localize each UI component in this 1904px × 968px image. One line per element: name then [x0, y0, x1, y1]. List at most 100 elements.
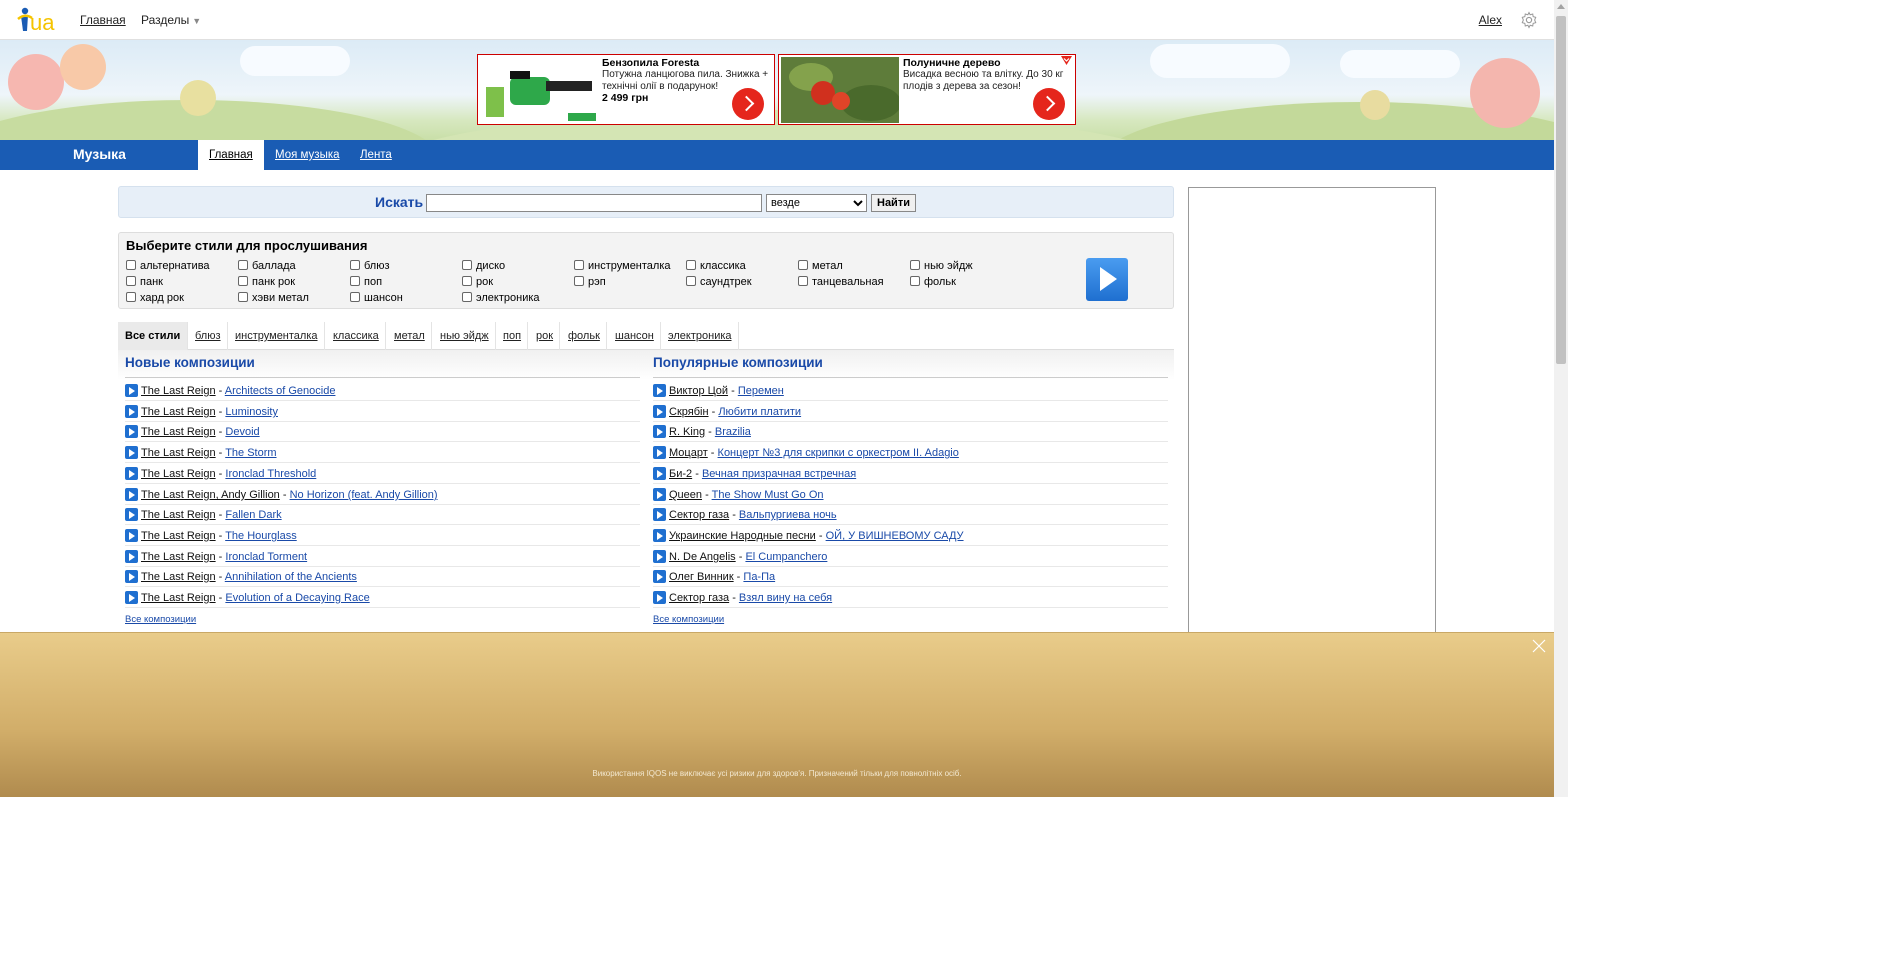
style-checkbox[interactable]: метал [798, 260, 843, 272]
checkbox-box[interactable] [686, 276, 696, 286]
style-checkbox[interactable]: поп [350, 276, 382, 288]
track-artist[interactable]: The Last Reign [141, 426, 216, 438]
style-checkbox[interactable]: рок [462, 276, 493, 288]
checkbox-box[interactable] [126, 260, 136, 270]
track-title[interactable]: Devoid [225, 426, 259, 438]
track-title[interactable]: The Hourglass [225, 530, 297, 542]
track-title[interactable]: Fallen Dark [225, 509, 281, 521]
play-icon[interactable] [125, 405, 138, 418]
gear-icon[interactable] [1520, 11, 1538, 29]
track-title[interactable]: Evolution of a Decaying Race [225, 592, 369, 604]
style-checkbox[interactable]: шансон [350, 292, 403, 304]
track-title[interactable]: Annihilation of the Ancients [225, 571, 357, 583]
checkbox-box[interactable] [462, 260, 472, 270]
filter-tab[interactable]: рок [530, 322, 561, 350]
search-input[interactable] [426, 194, 762, 212]
ad-strawberry-tree[interactable]: Полуничне дерево Висадка весною та влітк… [778, 54, 1076, 125]
play-icon[interactable] [125, 550, 138, 563]
track-title[interactable]: The Storm [225, 447, 276, 459]
checkbox-box[interactable] [462, 292, 472, 302]
checkbox-box[interactable] [126, 292, 136, 302]
checkbox-box[interactable] [798, 276, 808, 286]
track-artist[interactable]: Queen [669, 489, 702, 501]
play-icon[interactable] [653, 488, 666, 501]
play-icon[interactable] [653, 550, 666, 563]
filter-tab[interactable]: блюз [189, 322, 228, 350]
play-icon[interactable] [653, 405, 666, 418]
track-artist[interactable]: The Last Reign [141, 385, 216, 397]
checkbox-box[interactable] [126, 276, 136, 286]
track-title[interactable]: Па-Па [743, 571, 775, 583]
scrollbar-thumb[interactable] [1556, 16, 1566, 364]
filter-tab[interactable]: классика [327, 322, 386, 350]
track-artist[interactable]: Моцарт [669, 447, 708, 459]
style-checkbox[interactable]: панк рок [238, 276, 295, 288]
style-checkbox[interactable]: саундтрек [686, 276, 752, 288]
style-checkbox[interactable]: танцевальная [798, 276, 884, 288]
play-icon[interactable] [125, 508, 138, 521]
track-title[interactable]: Перемен [738, 385, 784, 397]
track-title[interactable]: Концерт №3 для скрипки с оркестром II. A… [718, 447, 959, 459]
track-title[interactable]: Ironclad Torment [225, 551, 307, 563]
checkbox-box[interactable] [238, 276, 248, 286]
style-checkbox[interactable]: диско [462, 260, 505, 272]
play-icon[interactable] [653, 570, 666, 583]
track-artist[interactable]: The Last Reign [141, 447, 216, 459]
checkbox-box[interactable] [350, 292, 360, 302]
play-icon[interactable] [125, 570, 138, 583]
all-popular-tracks-link[interactable]: Все композиции [653, 614, 724, 625]
filter-tab[interactable]: фольк [562, 322, 607, 350]
play-icon[interactable] [653, 446, 666, 459]
play-styles-button[interactable] [1086, 258, 1128, 301]
checkbox-box[interactable] [350, 260, 360, 270]
play-icon[interactable] [653, 384, 666, 397]
play-icon[interactable] [653, 529, 666, 542]
search-scope-select[interactable]: везде [766, 194, 867, 212]
track-artist[interactable]: The Last Reign [141, 530, 216, 542]
iua-logo[interactable]: ua [16, 6, 62, 34]
track-artist[interactable]: The Last Reign, Andy Gillion [141, 489, 280, 501]
checkbox-box[interactable] [910, 260, 920, 270]
tab-feed[interactable]: Лента [349, 140, 403, 170]
style-checkbox[interactable]: нью эйдж [910, 260, 973, 272]
filter-tab[interactable]: электроника [662, 322, 739, 350]
play-icon[interactable] [125, 529, 138, 542]
track-title[interactable]: Luminosity [225, 406, 278, 418]
play-icon[interactable] [125, 467, 138, 480]
track-artist[interactable]: Украинские Народные песни [669, 530, 816, 542]
checkbox-box[interactable] [910, 276, 920, 286]
track-artist[interactable]: The Last Reign [141, 468, 216, 480]
style-checkbox[interactable]: инструменталка [574, 260, 671, 272]
filter-tab[interactable]: поп [497, 322, 529, 350]
track-artist[interactable]: Виктор Цой [669, 385, 728, 397]
track-title[interactable]: No Horizon (feat. Andy Gillion) [290, 489, 438, 501]
play-icon[interactable] [125, 591, 138, 604]
track-title[interactable]: The Show Must Go On [712, 489, 824, 501]
scroll-up-icon[interactable] [1557, 4, 1565, 9]
checkbox-box[interactable] [686, 260, 696, 270]
ad-arrow-icon[interactable] [732, 88, 764, 120]
track-title[interactable]: Architects of Genocide [225, 385, 336, 397]
play-icon[interactable] [653, 467, 666, 480]
play-icon[interactable] [125, 384, 138, 397]
track-title[interactable]: Ironclad Threshold [225, 468, 316, 480]
ad-chainsaw[interactable]: Бензопила Foresta Потужна ланцюгова пила… [477, 54, 775, 125]
filter-tab-all[interactable]: Все стили [118, 322, 189, 350]
checkbox-box[interactable] [238, 292, 248, 302]
filter-tab[interactable]: нью эйдж [434, 322, 496, 350]
bottom-ad-banner[interactable]: Використання IQOS не виключає усі ризики… [0, 632, 1554, 797]
track-title[interactable]: Любити платити [718, 406, 801, 418]
style-checkbox[interactable]: фольк [910, 276, 956, 288]
style-checkbox[interactable]: хэви метал [238, 292, 309, 304]
style-checkbox[interactable]: панк [126, 276, 163, 288]
sections-menu[interactable]: Разделы ▼ [141, 13, 201, 27]
track-artist[interactable]: Би-2 [669, 468, 692, 480]
ad-arrow-icon[interactable] [1033, 88, 1065, 120]
play-icon[interactable] [653, 591, 666, 604]
tab-home[interactable]: Главная [198, 140, 264, 170]
style-checkbox[interactable]: баллада [238, 260, 296, 272]
style-checkbox[interactable]: рэп [574, 276, 606, 288]
filter-tab[interactable]: шансон [609, 322, 661, 350]
page-scrollbar[interactable] [1554, 0, 1568, 797]
track-title[interactable]: Вальпургиева ночь [739, 509, 837, 521]
